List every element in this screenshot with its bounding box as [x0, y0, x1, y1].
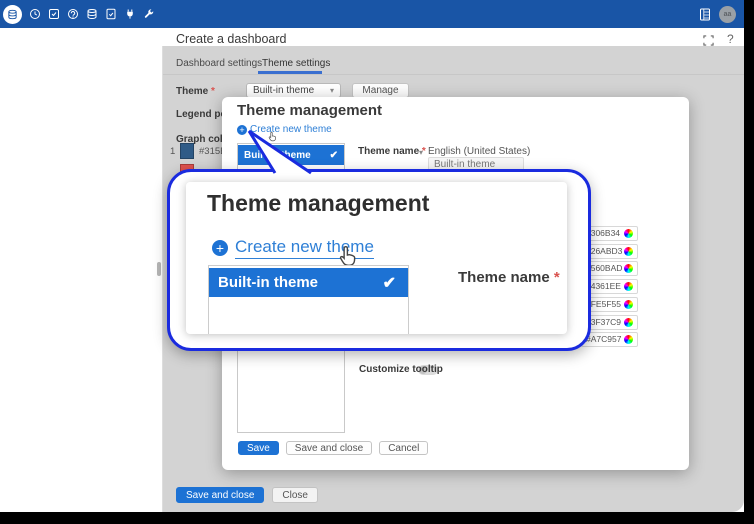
- manage-button[interactable]: Manage: [352, 83, 409, 98]
- support-icon[interactable]: [66, 8, 79, 21]
- hex-value: #4361EE: [586, 281, 624, 291]
- data-app-icon[interactable]: [3, 5, 22, 24]
- help-icon[interactable]: ?: [727, 32, 734, 46]
- customize-tooltip-label: Customize tooltip: [359, 364, 443, 375]
- fullscreen-icon[interactable]: [703, 33, 714, 51]
- tab-dashboard-settings[interactable]: Dashboard settings: [176, 58, 262, 69]
- color-wheel-icon[interactable]: [624, 282, 633, 291]
- color-wheel-icon[interactable]: [624, 264, 633, 273]
- callout-card: Theme management + Create new theme Buil…: [186, 182, 567, 334]
- callout-tail: [235, 124, 325, 176]
- color-wheel-icon[interactable]: [624, 318, 633, 327]
- theme-item-label: Built-in theme: [218, 274, 318, 291]
- approvals-icon[interactable]: [104, 8, 117, 21]
- topbar-right-group: aa: [692, 6, 736, 23]
- hex-value: #3F37C9: [586, 317, 624, 327]
- sidebar: [0, 28, 163, 512]
- page-title: Create a dashboard: [176, 32, 287, 46]
- zoom-callout: Theme management + Create new theme Buil…: [167, 169, 591, 351]
- active-tab-underline: [258, 71, 322, 74]
- color-wheel-icon[interactable]: [624, 335, 633, 344]
- footer-save-and-close-button[interactable]: Save and close: [176, 487, 264, 503]
- hex-value: #FE5F55: [586, 299, 624, 309]
- theme-name-label-zoomed: Theme name *: [458, 269, 560, 286]
- sidebar-scrollbar[interactable]: [157, 262, 161, 276]
- wrench-icon[interactable]: [142, 8, 155, 21]
- save-button[interactable]: Save: [238, 441, 279, 455]
- application: aa Master Data - Reference ▾ Customer Ad…: [0, 0, 754, 524]
- hex-value: #26ABD3: [586, 246, 624, 256]
- check-icon: ✔: [330, 150, 338, 161]
- user-avatar[interactable]: aa: [719, 6, 736, 23]
- required-mark: *: [554, 269, 560, 286]
- clock-icon[interactable]: [28, 8, 41, 21]
- color-wheel-icon[interactable]: [624, 247, 633, 256]
- required-mark: *: [422, 146, 426, 157]
- color-wheel-icon[interactable]: [624, 229, 633, 238]
- footer-close-button[interactable]: Close: [272, 487, 318, 503]
- tab-theme-settings[interactable]: Theme settings: [262, 58, 330, 69]
- color-wheel-icon[interactable]: [624, 300, 633, 309]
- hex-value: #306B34: [586, 228, 624, 238]
- check-icon: ✔: [383, 273, 396, 293]
- plus-circle-icon: +: [212, 240, 228, 256]
- theme-select-value: Built-in theme: [253, 85, 314, 96]
- tabbar-divider: [162, 74, 744, 75]
- theme-list-item-selected-zoomed[interactable]: Built-in theme ✔: [209, 268, 408, 297]
- tasks-icon[interactable]: [47, 8, 60, 21]
- plug-icon[interactable]: [123, 8, 136, 21]
- modal-button-row: Save Save and close Cancel: [238, 441, 428, 455]
- footer-button-row: Save and close Close: [176, 487, 318, 503]
- theme-select[interactable]: Built-in theme ▾: [246, 83, 341, 98]
- modal-title: Theme management: [237, 102, 382, 119]
- top-toolbar: aa: [0, 0, 744, 28]
- color-swatch[interactable]: [180, 143, 194, 159]
- apps-grid-icon[interactable]: [698, 8, 711, 21]
- theme-field-label: Theme *: [176, 86, 215, 97]
- theme-listbox-zoomed[interactable]: Built-in theme ✔: [208, 265, 409, 334]
- save-and-close-button[interactable]: Save and close: [286, 441, 372, 455]
- language-select[interactable]: English (United States): [428, 146, 530, 157]
- hex-value: #560BAD: [586, 263, 624, 273]
- theme-name-label: Theme name *: [358, 146, 426, 157]
- chevron-down-icon: ▾: [330, 86, 334, 95]
- hex-value: #A7C957: [586, 334, 624, 344]
- legend-position-label: Legend position: [176, 109, 222, 120]
- reports-icon[interactable]: [85, 8, 98, 21]
- color-hex-value: #315B: [199, 146, 222, 157]
- callout-title: Theme management: [207, 190, 429, 217]
- required-mark: *: [211, 86, 215, 97]
- cancel-button[interactable]: Cancel: [379, 441, 428, 455]
- color-row-index: 1: [170, 146, 175, 157]
